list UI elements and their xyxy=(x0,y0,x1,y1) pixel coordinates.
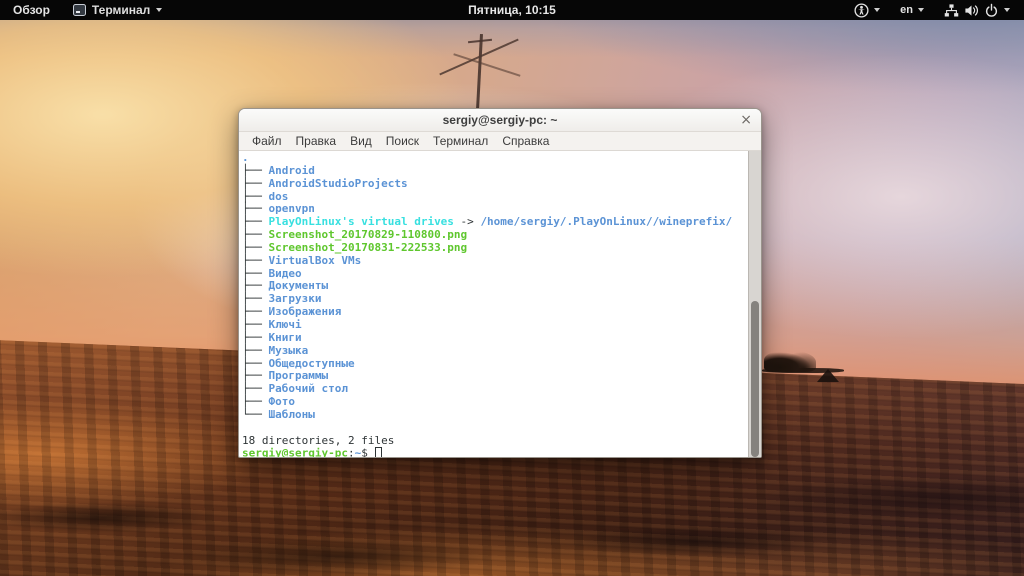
terminal-app-icon xyxy=(72,4,86,16)
entry-name: VirtualBox VMs xyxy=(268,253,362,267)
network-wired-icon xyxy=(944,3,959,16)
tree-line: ├── VirtualBox VMs xyxy=(242,253,362,267)
menu-bar: Файл Правка Вид Поиск Терминал Справка xyxy=(239,132,761,151)
menu-item[interactable]: Поиск xyxy=(379,134,426,148)
entry-name: dos xyxy=(268,189,289,203)
system-menu[interactable] xyxy=(936,0,1018,20)
accessibility-menu[interactable] xyxy=(846,0,888,20)
island-trees xyxy=(764,350,816,372)
app-menu[interactable]: Терминал xyxy=(63,0,172,20)
desktop: Обзор Терминал Пятница, 10:15 en sergiy@… xyxy=(0,0,1024,576)
close-button[interactable]: × xyxy=(740,111,752,129)
clock[interactable]: Пятница, 10:15 xyxy=(468,3,556,17)
entry-name: Фото xyxy=(268,395,296,409)
entry-name: Видео xyxy=(268,266,302,280)
window-titlebar[interactable]: sergiy@sergiy-pc: ~ × xyxy=(239,109,761,132)
tree-line: ├── Рабочий стол xyxy=(242,382,348,396)
tree-line: ├── AndroidStudioProjects xyxy=(242,176,408,190)
island-hut xyxy=(817,369,839,382)
entry-name: Книги xyxy=(268,330,302,344)
top-bar: Обзор Терминал Пятница, 10:15 en xyxy=(0,0,1024,20)
tree-line: ├── dos xyxy=(242,189,289,203)
volume-icon xyxy=(965,4,978,16)
entry-name: AndroidStudioProjects xyxy=(268,176,408,190)
entry-name: Рабочий стол xyxy=(268,382,348,396)
tree-root-line: . xyxy=(242,151,249,164)
chevron-down-icon xyxy=(1004,8,1010,12)
window-title: sergiy@sergiy-pc: ~ xyxy=(442,113,558,127)
scrollbar[interactable] xyxy=(748,151,761,457)
entry-name: openvpn xyxy=(268,202,315,216)
tree-line: ├── Изображения xyxy=(242,305,342,319)
terminal-window: sergiy@sergiy-pc: ~ × Файл Правка Вид Поиск… xyxy=(238,108,762,458)
menu-item[interactable]: Терминал xyxy=(426,134,495,148)
entry-name: Screenshot_20170829-110800.png xyxy=(268,228,468,242)
prompt-line: sergiy@sergiy-pc:~$ xyxy=(242,447,748,457)
activities-button[interactable]: Обзор xyxy=(0,0,63,20)
menu-item[interactable]: Справка xyxy=(495,134,556,148)
accessibility-icon xyxy=(854,2,869,18)
menu-item[interactable]: Правка xyxy=(289,134,344,148)
menu-item[interactable]: Файл xyxy=(245,134,289,148)
keyboard-layout-label: en xyxy=(900,4,913,16)
entry-name: Screenshot_20170831-222533.png xyxy=(268,240,468,254)
power-icon xyxy=(985,3,998,17)
chevron-down-icon xyxy=(918,8,924,12)
scrollbar-thumb[interactable] xyxy=(751,300,759,457)
entry-name: Музыка xyxy=(268,343,309,357)
entry-name: Ключі xyxy=(268,317,302,331)
chevron-down-icon xyxy=(874,8,881,12)
tree-line: └── Шаблоны xyxy=(242,407,315,421)
tree-line: ├── Фото xyxy=(242,395,296,409)
entry-name: Документы xyxy=(268,279,329,293)
terminal-output: . ├── Android ├── AndroidStudioProjects ├──… xyxy=(239,151,748,457)
menu-item[interactable]: Вид xyxy=(343,134,379,148)
entry-name: Шаблоны xyxy=(268,407,315,421)
keyboard-layout-menu[interactable]: en xyxy=(892,0,932,20)
chevron-down-icon xyxy=(156,8,163,12)
app-menu-label: Терминал xyxy=(91,3,151,17)
tree-line: ├── Ключі xyxy=(242,317,302,331)
tree-line: ├── Книги xyxy=(242,330,302,344)
terminal-cursor xyxy=(375,447,383,457)
entry-name: Загрузки xyxy=(268,292,322,306)
entry-name: Android xyxy=(268,163,315,177)
terminal-body[interactable]: . ├── Android ├── AndroidStudioProjects ├──… xyxy=(239,151,761,457)
entry-name: Изображения xyxy=(268,305,342,319)
top-bar-right: en xyxy=(846,0,1024,20)
entry-name: Программы xyxy=(268,369,329,383)
entry-name: Общедоступные xyxy=(268,356,355,370)
top-bar-left: Обзор Терминал xyxy=(0,0,172,20)
entry-name: PlayOnLinux's virtual drives xyxy=(268,215,454,229)
summary-line: 18 directories, 2 files xyxy=(242,433,395,447)
